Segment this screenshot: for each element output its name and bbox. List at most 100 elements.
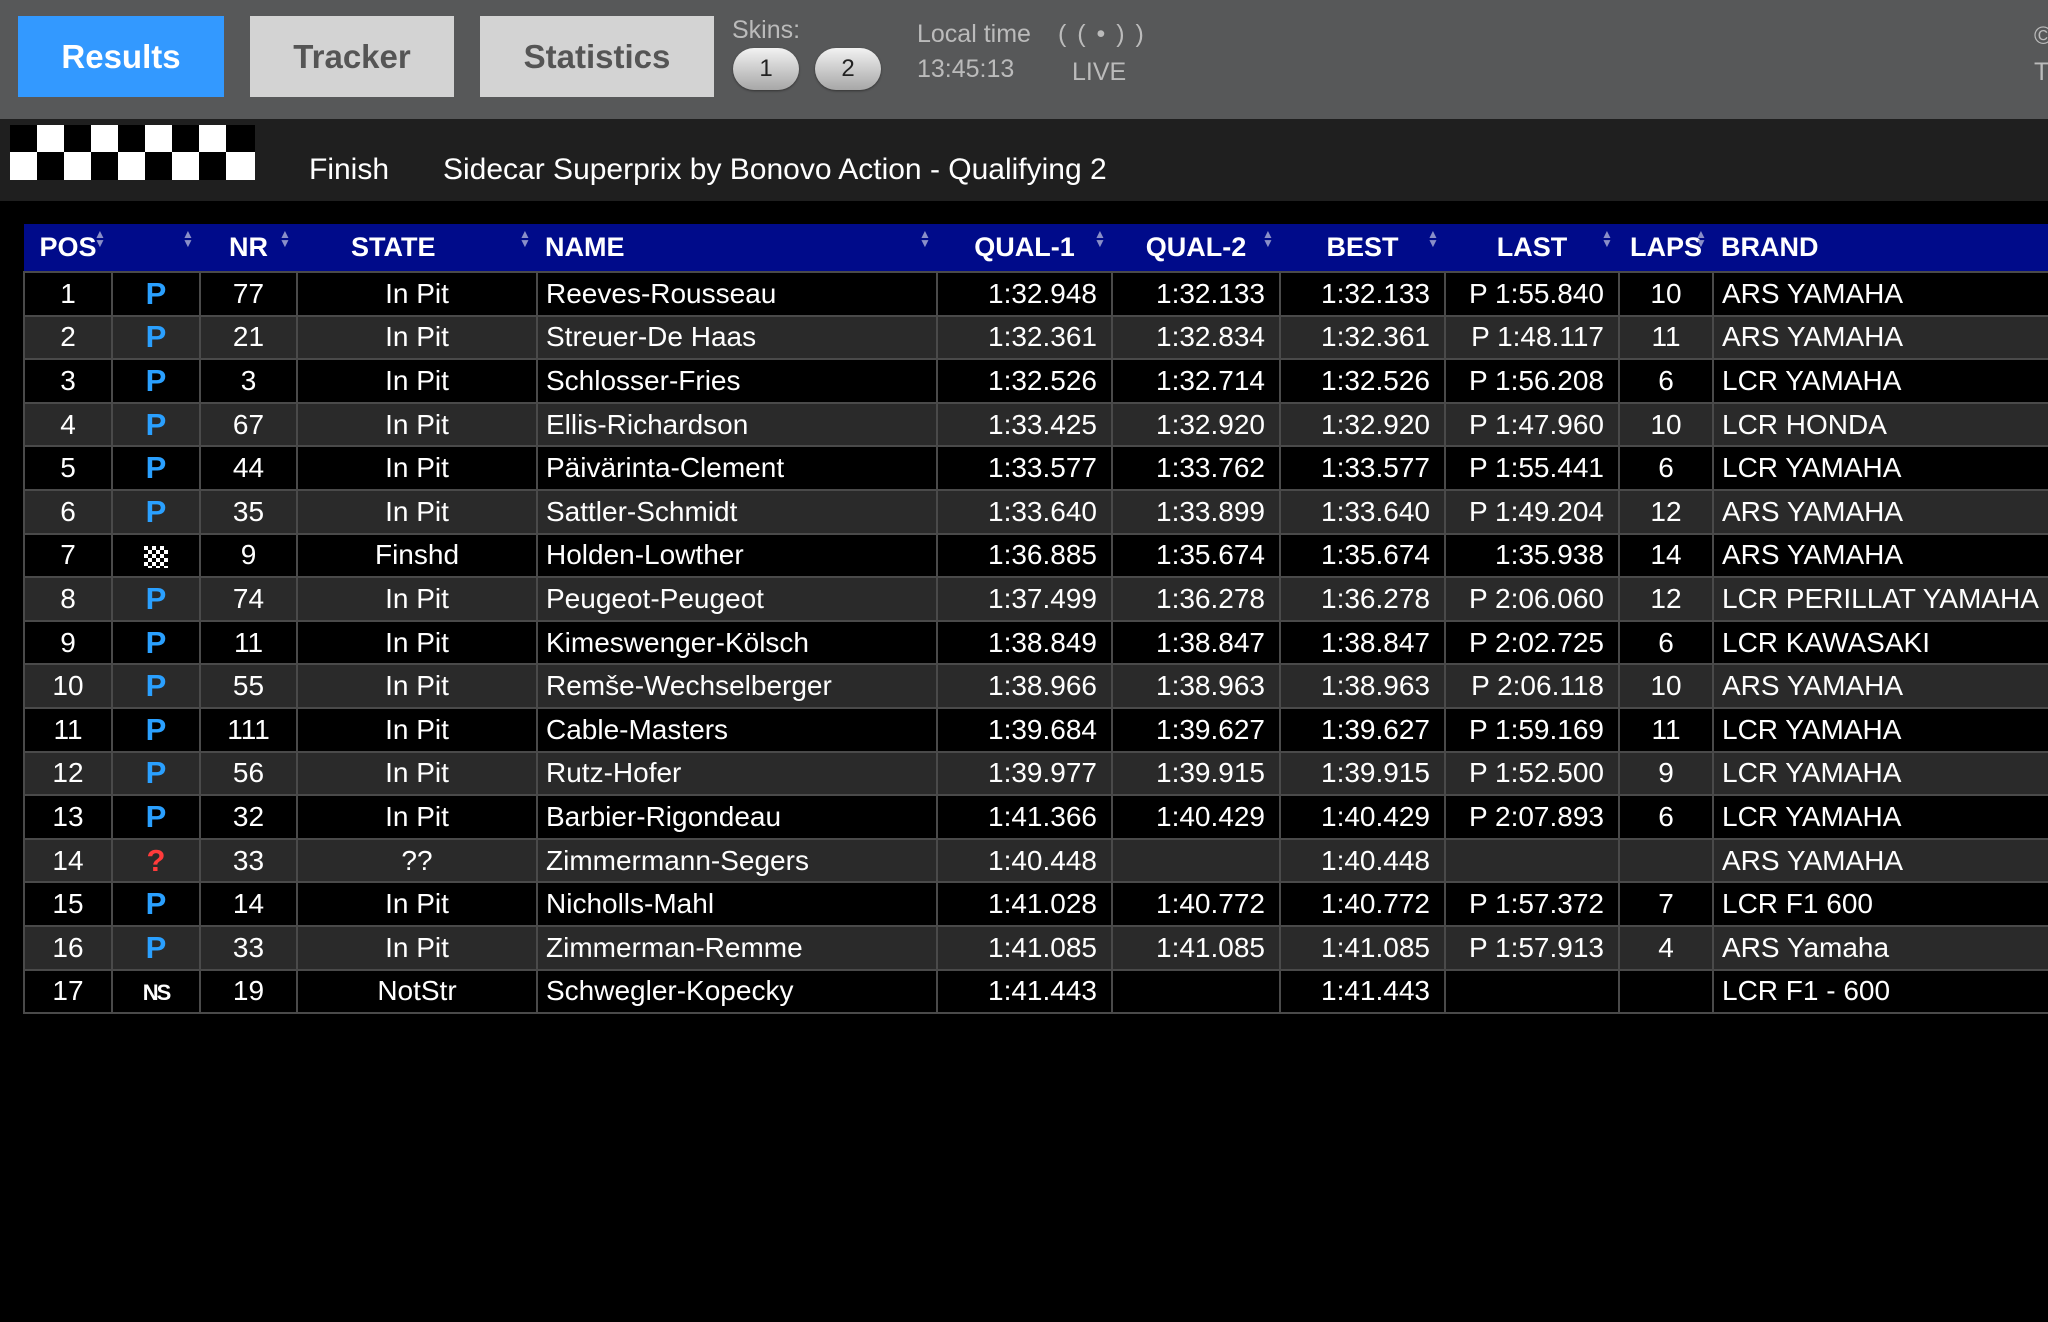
cell-best: 1:32.526 (1279, 358, 1446, 404)
cell-name: Reeves-Rousseau (536, 271, 938, 317)
column-header-last[interactable]: LAST ▲ ▼ (1445, 224, 1619, 272)
cell-name: Schwegler-Kopecky (536, 968, 938, 1015)
cell-qual1: 1:40.448 (936, 837, 1113, 884)
cell-qual2-text: 1:41.085 (1156, 931, 1265, 963)
column-header-qual1[interactable]: QUAL-1 ▲ ▼ (937, 224, 1112, 272)
cell-pos: 13 (23, 794, 113, 840)
cell-state: In Pit (296, 706, 538, 753)
column-header-pos[interactable]: POS ▲ ▼ (24, 224, 112, 272)
sort-arrows-icon[interactable]: ▲ ▼ (519, 228, 531, 249)
cell-last-text: 1:35.938 (1495, 539, 1604, 571)
cell-state-icon: P (111, 271, 201, 317)
cell-laps: 6 (1618, 358, 1714, 404)
pit-icon: P (145, 493, 167, 529)
cell-last: P 1:56.208 (1444, 358, 1620, 404)
table-row[interactable]: 15 P 14 In Pit Nicholls-Mahl 1:41.028 1:40.772… (23, 881, 2048, 927)
table-row[interactable]: 8 P 74 In Pit Peugeot-Peugeot 1:37.499 1:36.27… (23, 576, 2048, 622)
table-row[interactable]: 5 P 44 In Pit Päivärinta-Clement 1:33.577 1:33… (23, 445, 2048, 491)
cell-state-text: Finshd (374, 539, 460, 571)
table-row[interactable]: 14? 33?? Zimmermann-Segers 1:40.448 1:40.448… (23, 837, 2048, 884)
cell-pos-text: 11 (53, 713, 83, 745)
cell-last-text: P 1:57.913 (1469, 931, 1604, 963)
cell-best: 1:33.577 (1279, 445, 1446, 491)
skin-1-button[interactable]: 1 (733, 48, 799, 90)
column-header-state[interactable]: STATE ▲ ▼ (297, 224, 537, 272)
sort-arrows-icon[interactable]: ▲ ▼ (279, 228, 291, 249)
cell-qual1: 1:36.885 (936, 532, 1113, 579)
cell-qual1-text: 1:33.640 (988, 495, 1097, 527)
cell-name: Streuer-De Haas (536, 314, 938, 361)
unknown-status-icon: ? (146, 842, 166, 878)
cell-state-text: NotStr (377, 975, 457, 1007)
cell-pos-text: 2 (60, 321, 76, 353)
column-header-qual2[interactable]: QUAL-2 ▲ ▼ (1112, 224, 1280, 272)
cell-laps: 9 (1618, 750, 1714, 797)
cell-best-text: 1:40.772 (1321, 888, 1430, 920)
table-row[interactable]: 6 P 35 In Pit Sattler-Schmidt 1:33.640 1:33.89… (23, 488, 2048, 535)
sort-arrows-icon[interactable]: ▲ ▼ (1094, 228, 1106, 249)
cell-nr-text: 74 (232, 582, 265, 614)
table-row[interactable]: 16 P 33 In Pit Zimmerman-Remme 1:41.085 1:41.0… (23, 924, 2048, 971)
cell-qual1-text: 1:41.085 (988, 931, 1097, 963)
table-row[interactable]: 2 P 21 In Pit Streuer-De Haas 1:32.361 1:32.83… (23, 314, 2048, 361)
table-row[interactable]: 9 P 11 In Pit Kimeswenger-Kölsch 1:38.849 1:38… (23, 619, 2048, 666)
not-started-icon: NS (142, 980, 172, 1006)
table-row[interactable]: 13 P 32 In Pit Barbier-Rigondeau 1:41.366 1:40… (23, 794, 2048, 840)
cell-brand: LCR PERILLAT YAMAHA (1712, 576, 2048, 622)
column-header-name[interactable]: NAME ▲ ▼ (537, 224, 937, 272)
cell-last-text: P 1:56.208 (1469, 364, 1604, 396)
tab-results[interactable]: Results (18, 16, 224, 97)
sort-arrows-icon[interactable]: ▲ ▼ (1427, 228, 1439, 249)
cell-pos-text: 6 (60, 495, 76, 527)
table-row[interactable]: 12 P 56 In Pit Rutz-Hofer 1:39.977 1:39.915 1:3… (23, 750, 2048, 797)
cell-pos: 9 (23, 619, 113, 666)
skin-2-button[interactable]: 2 (815, 48, 881, 90)
cell-brand: ARS Yamaha (1712, 924, 2048, 971)
cell-nr-text: 3 (240, 364, 257, 396)
cell-qual2-text: 1:32.714 (1156, 364, 1265, 396)
cell-pos: 14 (23, 837, 113, 884)
table-row[interactable]: 10 P 55 In Pit Remše-Wechselberger 1:38.966 1:… (23, 663, 2048, 709)
table-row[interactable]: 1 P 77 In Pit Reeves-Rousseau 1:32.948 1:32.13… (23, 271, 2048, 317)
tab-tracker[interactable]: Tracker (250, 16, 454, 97)
column-header-icon[interactable]: ▲ ▼ (112, 224, 200, 272)
cell-pos: 2 (23, 314, 113, 361)
sort-arrows-icon[interactable]: ▲ ▼ (94, 228, 106, 249)
cell-state: In Pit (296, 663, 538, 709)
column-header-laps[interactable]: LAPS ▲ ▼ (1619, 224, 1713, 272)
cell-state: NotStr (296, 968, 538, 1015)
column-header-best[interactable]: BEST ▲ ▼ (1280, 224, 1445, 272)
cell-laps: 4 (1618, 924, 1714, 971)
table-row[interactable]: 7 9 Finshd Holden-Lowther 1:36.885 1:35.674 1:… (23, 532, 2048, 579)
table-row[interactable]: 3 P 3 In Pit Schlosser-Fries 1:32.526 1:32.714… (23, 358, 2048, 404)
column-header-nr[interactable]: NR ▲ ▼ (200, 224, 297, 272)
cell-name-text: Cable-Masters (546, 713, 729, 745)
cell-pos-text: 5 (60, 452, 76, 484)
sort-arrows-icon[interactable]: ▲ ▼ (919, 228, 931, 249)
cell-qual2 (1111, 968, 1281, 1015)
tab-statistics[interactable]: Statistics (480, 16, 714, 97)
cell-state-text: In Pit (385, 452, 449, 484)
cell-brand: LCR YAMAHA (1712, 794, 2048, 840)
cell-last-text: P 1:47.960 (1469, 408, 1604, 440)
sort-arrows-icon[interactable]: ▲ ▼ (1695, 228, 1707, 249)
cell-laps: 14 (1618, 532, 1714, 579)
local-time-value: 13:45:13 (917, 55, 1015, 83)
cell-best: 1:33.640 (1279, 488, 1446, 535)
sort-arrows-icon[interactable]: ▲ ▼ (182, 228, 194, 249)
cell-qual1: 1:41.028 (936, 881, 1113, 927)
sort-arrows-icon[interactable]: ▲ ▼ (1601, 228, 1613, 249)
cell-best: 1:40.448 (1279, 837, 1446, 884)
table-row[interactable]: 11 P 111 In Pit Cable-Masters 1:39.684 1:39.62… (23, 706, 2048, 753)
checkered-flag-icon (144, 545, 168, 568)
cell-qual1-text: 1:41.443 (988, 975, 1097, 1007)
pit-icon: P (145, 362, 167, 398)
sort-arrows-icon[interactable]: ▲ ▼ (1262, 228, 1274, 249)
table-row[interactable]: 4 P 67 In Pit Ellis-Richardson 1:33.425 1:32.9… (23, 401, 2048, 448)
top-bar: Results Tracker Statistics Skins: 1 2 Lo… (0, 0, 2048, 119)
cell-name: Holden-Lowther (536, 532, 938, 579)
skins-label: Skins: (732, 16, 801, 44)
cell-best: 1:32.361 (1279, 314, 1446, 361)
table-row[interactable]: 17 NS 19 NotStr Schwegler-Kopecky 1:41.443 1:4… (23, 968, 2048, 1015)
column-header-brand[interactable]: BRAND▲▼ (1713, 224, 2048, 272)
